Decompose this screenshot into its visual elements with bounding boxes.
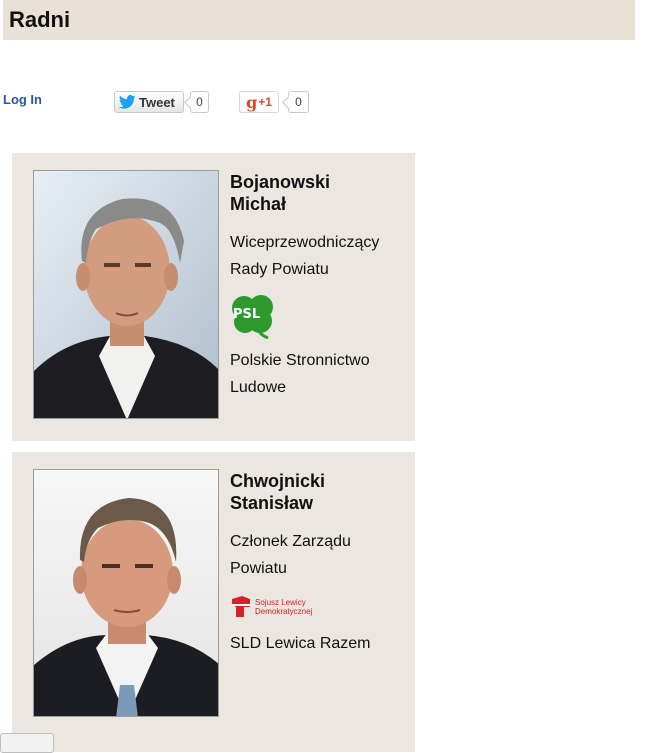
tweet-button[interactable]: Tweet [114, 91, 184, 113]
gplus-count-value: 0 [295, 95, 302, 109]
party-line: Ludowe [230, 379, 287, 396]
partial-button[interactable] [0, 733, 54, 753]
gplus-label: +1 [258, 95, 272, 109]
party-line: SLD Lewica Razem [230, 635, 371, 652]
role-line: Rady Powiatu [230, 261, 329, 278]
tweet-label: Tweet [139, 94, 175, 110]
role-line: Wiceprzewodniczący [230, 234, 380, 251]
gplus-button[interactable]: g +1 [239, 91, 279, 113]
councillor-name: Bojanowski Michał [230, 171, 410, 215]
councillor-role: Członek Zarządu Powiatu [230, 528, 410, 582]
gplus-icon: g [246, 92, 258, 112]
role-line: Członek Zarządu [230, 533, 351, 550]
councillor-party: SLD Lewica Razem [230, 630, 410, 657]
gplus-count: 0 [288, 91, 309, 113]
login-link[interactable]: Log In [3, 92, 42, 107]
councillor-role: Wiceprzewodniczący Rady Powiatu [230, 229, 410, 283]
party-line: Polskie Stronnictwo [230, 352, 370, 369]
sld-logo-icon: Sojusz Lewicy Demokratycznej [230, 592, 410, 622]
logo-text-line: Sojusz Lewicy [255, 598, 306, 607]
psl-logo-icon: PSL [230, 293, 276, 340]
name-line: Michał [230, 194, 287, 214]
councillor-photo [33, 469, 219, 717]
councillor-name: Chwojnicki Stanisław [230, 470, 410, 514]
logo-text-line: Demokratycznej [255, 607, 313, 616]
psl-logo-text: PSL [233, 307, 261, 322]
councillor-info: Chwojnicki Stanisław Członek Zarządu Pow… [230, 470, 410, 657]
name-line: Stanisław [230, 493, 314, 513]
tweet-count-value: 0 [196, 95, 203, 109]
councillor-party: Polskie Stronnictwo Ludowe [230, 347, 410, 401]
sld-logo-text: Sojusz Lewicy Demokratycznej [255, 598, 312, 616]
councillor-info: Bojanowski Michał Wiceprzewodniczący Rad… [230, 171, 410, 401]
councillor-card: Bojanowski Michał Wiceprzewodniczący Rad… [12, 153, 415, 441]
name-line: Chwojnicki [230, 471, 326, 491]
role-line: Powiatu [230, 560, 287, 577]
councillor-card: Chwojnicki Stanisław Członek Zarządu Pow… [12, 452, 415, 752]
page-title: Radni [9, 7, 71, 32]
name-line: Bojanowski [230, 172, 331, 192]
twitter-bird-icon [119, 95, 136, 109]
page-header: Radni [3, 0, 635, 40]
tweet-count: 0 [190, 91, 209, 113]
councillor-photo [33, 170, 219, 419]
